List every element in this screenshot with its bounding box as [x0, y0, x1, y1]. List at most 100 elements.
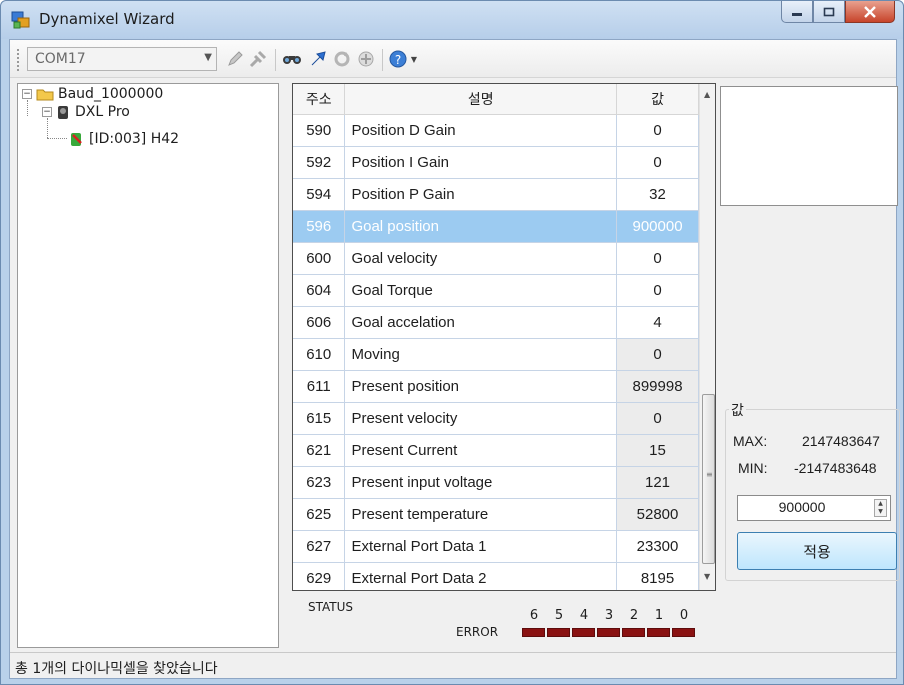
title-bar[interactable]: Dynamixel Wizard [1, 1, 903, 39]
tree-item-label: Baud_1000000 [58, 86, 164, 102]
cell-value[interactable]: 0 [616, 114, 699, 147]
cell-value[interactable]: 900000 [616, 210, 699, 243]
cell-description: Position P Gain [344, 178, 618, 211]
error-bit-led [522, 628, 545, 637]
value-input[interactable]: 900000 ▲ ▼ [737, 495, 891, 521]
min-label: MIN: [738, 460, 768, 476]
refresh-button[interactable] [332, 49, 352, 69]
scroll-down-icon[interactable]: ▼ [704, 572, 710, 581]
table-row[interactable]: 625 Present temperature 52800 [293, 498, 699, 531]
table-row[interactable]: 610 Moving 0 [293, 338, 699, 371]
cell-value[interactable]: 0 [616, 402, 699, 435]
cell-address: 596 [293, 210, 346, 243]
value-editor-title: 값 [729, 400, 746, 420]
cell-value[interactable]: 899998 [616, 370, 699, 403]
connect-button[interactable] [225, 49, 245, 69]
cell-address: 611 [293, 370, 346, 403]
cell-value[interactable]: 0 [616, 338, 699, 371]
arrow-up-icon [311, 51, 326, 66]
close-icon [864, 5, 876, 18]
add-button[interactable] [356, 49, 376, 69]
table-row[interactable]: 606 Goal accelation 4 [293, 306, 699, 339]
folder-icon [36, 89, 54, 101]
scrollbar-thumb[interactable]: ≡ [702, 394, 715, 564]
preview-pane [720, 86, 898, 206]
cell-value[interactable]: 0 [616, 274, 699, 307]
apply-button[interactable]: 적용 [737, 532, 897, 570]
toolbar-grip[interactable] [17, 49, 20, 71]
table-row[interactable]: 590 Position D Gain 0 [293, 114, 699, 147]
collapse-toggle[interactable]: − [42, 107, 52, 117]
tree-item-label: DXL Pro [75, 104, 130, 120]
table-row[interactable]: 592 Position I Gain 0 [293, 146, 699, 179]
cell-description: Goal velocity [344, 242, 618, 275]
port-select[interactable]: COM17 ▼ [27, 47, 217, 71]
table-row[interactable]: 615 Present velocity 0 [293, 402, 699, 435]
tree-item-model[interactable]: − DXL Pro [42, 103, 130, 121]
cell-description: Goal position [344, 210, 618, 243]
cell-value[interactable]: 121 [616, 466, 699, 499]
table-row[interactable]: 596 Goal position 900000 [293, 210, 699, 243]
help-dropdown[interactable]: ▼ [409, 49, 419, 69]
window-title: Dynamixel Wizard [39, 10, 175, 28]
scroll-up-icon[interactable]: ▲ [704, 90, 710, 99]
refresh-icon [334, 51, 350, 67]
stepper-up-icon[interactable]: ▲ [875, 500, 886, 508]
cell-value[interactable]: 0 [616, 146, 699, 179]
status-bar-text: 총 1개의 다이나믹셀을 찾았습니다 [15, 661, 218, 677]
cell-description: Position D Gain [344, 114, 618, 147]
table-row[interactable]: 604 Goal Torque 0 [293, 274, 699, 307]
collapse-toggle[interactable]: − [22, 89, 32, 99]
cell-value[interactable]: 23300 [616, 530, 699, 563]
table-row[interactable]: 600 Goal velocity 0 [293, 242, 699, 275]
cell-address: 629 [293, 562, 346, 590]
app-icon [11, 11, 30, 29]
cell-address: 594 [293, 178, 346, 211]
cell-value[interactable]: 0 [616, 242, 699, 275]
column-header-value[interactable]: 값 [616, 84, 699, 115]
toolbar-separator [382, 49, 383, 71]
search-button[interactable] [282, 49, 302, 69]
error-bit-led [647, 628, 670, 637]
table-row[interactable]: 621 Present Current 15 [293, 434, 699, 467]
cell-description: Present Current [344, 434, 618, 467]
cell-address: 621 [293, 434, 346, 467]
cell-value[interactable]: 15 [616, 434, 699, 467]
error-bit-label: 5 [554, 608, 564, 623]
status-panel: STATUS ERROR 6543210 [300, 598, 700, 646]
firmware-update-button[interactable] [308, 49, 328, 69]
error-bit-led [572, 628, 595, 637]
table-row[interactable]: 594 Position P Gain 32 [293, 178, 699, 211]
value-stepper[interactable]: ▲ ▼ [874, 499, 887, 517]
maximize-button[interactable] [813, 1, 845, 23]
close-button[interactable] [845, 1, 895, 23]
chevron-down-icon: ▼ [204, 52, 212, 63]
minimize-icon [792, 12, 802, 16]
cell-value[interactable]: 52800 [616, 498, 699, 531]
table-row[interactable]: 623 Present input voltage 121 [293, 466, 699, 499]
cell-value[interactable]: 4 [616, 306, 699, 339]
cell-address: 627 [293, 530, 346, 563]
cell-value[interactable]: 32 [616, 178, 699, 211]
status-bar: 총 1개의 다이나믹셀을 찾았습니다 [10, 652, 896, 678]
column-header-description[interactable]: 설명 [344, 84, 618, 115]
client-area: COM17 ▼ ? ▼ − Baud_1000000 − DXL Pro [ID… [9, 39, 900, 679]
cell-address: 623 [293, 466, 346, 499]
vertical-scrollbar[interactable]: ▲ ≡ ▼ [699, 84, 715, 590]
cell-description: Goal Torque [344, 274, 618, 307]
table-row[interactable]: 611 Present position 899998 [293, 370, 699, 403]
help-button[interactable]: ? [388, 49, 408, 69]
column-header-address[interactable]: 주소 [293, 84, 346, 115]
cell-value[interactable]: 8195 [616, 562, 699, 590]
tree-item-device[interactable]: [ID:003] H42 [69, 130, 179, 148]
table-row[interactable]: 629 External Port Data 2 8195 [293, 562, 699, 590]
pencil-icon [228, 51, 243, 66]
table-row[interactable]: 627 External Port Data 1 23300 [293, 530, 699, 563]
max-value: 2147483647 [802, 433, 880, 449]
minimize-button[interactable] [781, 1, 813, 23]
stepper-down-icon[interactable]: ▼ [875, 508, 886, 516]
tree-item-baud[interactable]: − Baud_1000000 [22, 85, 163, 103]
cell-description: External Port Data 2 [344, 562, 618, 590]
cell-description: External Port Data 1 [344, 530, 618, 563]
disconnect-button[interactable] [248, 49, 268, 69]
